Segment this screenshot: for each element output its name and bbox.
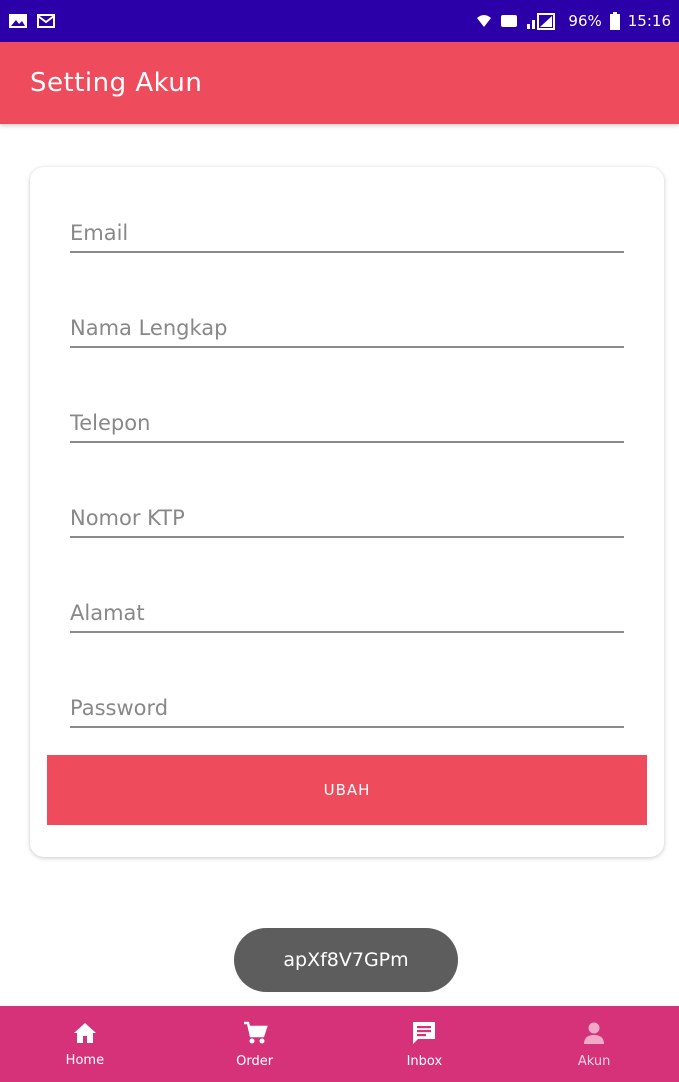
email-input[interactable] xyxy=(70,221,624,245)
nav-label-home: Home xyxy=(65,1052,105,1068)
full-name-field xyxy=(70,292,624,348)
address-input[interactable] xyxy=(70,601,624,625)
image-notification-icon xyxy=(8,13,28,29)
email-field xyxy=(70,197,624,253)
password-field xyxy=(70,672,624,728)
app-bar: Setting Akun xyxy=(0,42,679,124)
nav-item-inbox[interactable]: Inbox xyxy=(340,1006,510,1082)
nav-label-order: Order xyxy=(236,1053,274,1069)
ktp-number-field xyxy=(70,482,624,538)
phone-input[interactable] xyxy=(70,411,624,435)
update-button[interactable]: UBAH xyxy=(47,755,647,825)
cart-icon xyxy=(242,1020,268,1050)
wifi-icon xyxy=(476,13,492,29)
signal-icon xyxy=(526,12,560,30)
full-name-input[interactable] xyxy=(70,316,624,340)
nav-item-home[interactable]: Home xyxy=(0,1006,170,1082)
status-bar: 96% 15:16 xyxy=(0,0,679,42)
mail-notification-icon xyxy=(36,13,56,29)
nav-label-akun: Akun xyxy=(577,1053,611,1069)
phone-field xyxy=(70,387,624,443)
page-title: Setting Akun xyxy=(30,68,203,98)
bottom-navigation: Home Order Inbox Akun xyxy=(0,1006,679,1082)
toast-message: apXf8V7GPm xyxy=(234,928,458,992)
nav-label-inbox: Inbox xyxy=(406,1053,443,1069)
status-left xyxy=(8,13,56,29)
nav-item-order[interactable]: Order xyxy=(170,1006,340,1082)
ktp-number-input[interactable] xyxy=(70,506,624,530)
password-input[interactable] xyxy=(70,696,624,720)
clock: 15:16 xyxy=(627,12,671,30)
account-icon xyxy=(581,1020,607,1050)
battery-percent: 96% xyxy=(568,12,602,30)
status-right: 96% 15:16 xyxy=(476,12,671,30)
home-icon xyxy=(72,1021,98,1049)
message-icon xyxy=(411,1020,437,1050)
cast-icon xyxy=(500,13,518,29)
nav-item-akun[interactable]: Akun xyxy=(509,1006,679,1082)
battery-icon xyxy=(609,12,620,30)
address-field xyxy=(70,577,624,633)
toast-text: apXf8V7GPm xyxy=(283,949,409,971)
account-form-card: UBAH xyxy=(30,167,664,857)
